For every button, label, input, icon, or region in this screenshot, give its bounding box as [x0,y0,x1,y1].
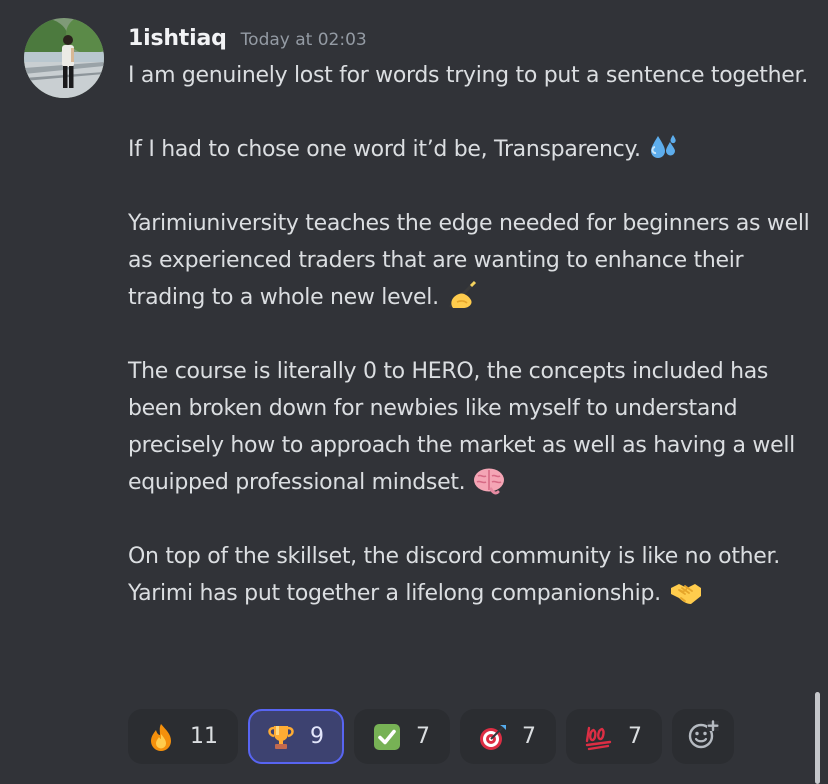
reaction-fire[interactable]: 11 [128,709,238,764]
message-content: I am genuinely lost for words trying to … [128,57,818,612]
check-mark-icon [372,722,402,752]
scrollbar[interactable] [815,692,820,784]
sweat-droplets-icon [649,132,679,162]
username[interactable]: 1ishtiaq [128,26,227,51]
message-header: 1ishtiaq Today at 02:03 [128,26,367,51]
message-paragraph: The course is literally 0 to HERO, the c… [128,353,818,501]
fire-icon [146,722,176,752]
reaction-check[interactable]: 7 [354,709,450,764]
paragraph-text: I am genuinely lost for words trying to … [128,63,808,88]
reaction-dart[interactable]: 7 [460,709,556,764]
handshake-icon [669,580,703,606]
reaction-count: 9 [310,724,324,749]
paragraph-text: The course is literally 0 to HERO, the c… [128,359,802,495]
reaction-count: 11 [190,724,218,749]
reaction-hundred[interactable]: 7 [566,709,662,764]
message-paragraph: Yarimiuniversity teaches the edge needed… [128,205,818,316]
message-paragraph: If I had to chose one word it’d be, Tran… [128,131,818,168]
add-reaction-button[interactable] [672,709,734,764]
message-paragraph: On top of the skillset, the discord comm… [128,538,818,612]
dart-target-icon [478,722,508,752]
reaction-count: 7 [522,724,536,749]
avatar[interactable] [24,18,104,98]
chat-message: 1ishtiaq Today at 02:03 I am genuinely l… [0,0,828,784]
reaction-trophy[interactable]: 9 [248,709,344,764]
brain-icon [473,467,505,495]
reactions-bar: 11 9 7 7 7 [128,709,734,764]
reaction-count: 7 [628,724,642,749]
hundred-points-icon [584,722,614,752]
paragraph-text: If I had to chose one word it’d be, Tran… [128,137,641,162]
add-reaction-icon [687,719,719,755]
reaction-count: 7 [416,724,430,749]
writing-hand-icon [447,280,479,310]
trophy-icon [266,722,296,752]
timestamp[interactable]: Today at 02:03 [241,30,367,50]
message-paragraph: I am genuinely lost for words trying to … [128,57,818,94]
